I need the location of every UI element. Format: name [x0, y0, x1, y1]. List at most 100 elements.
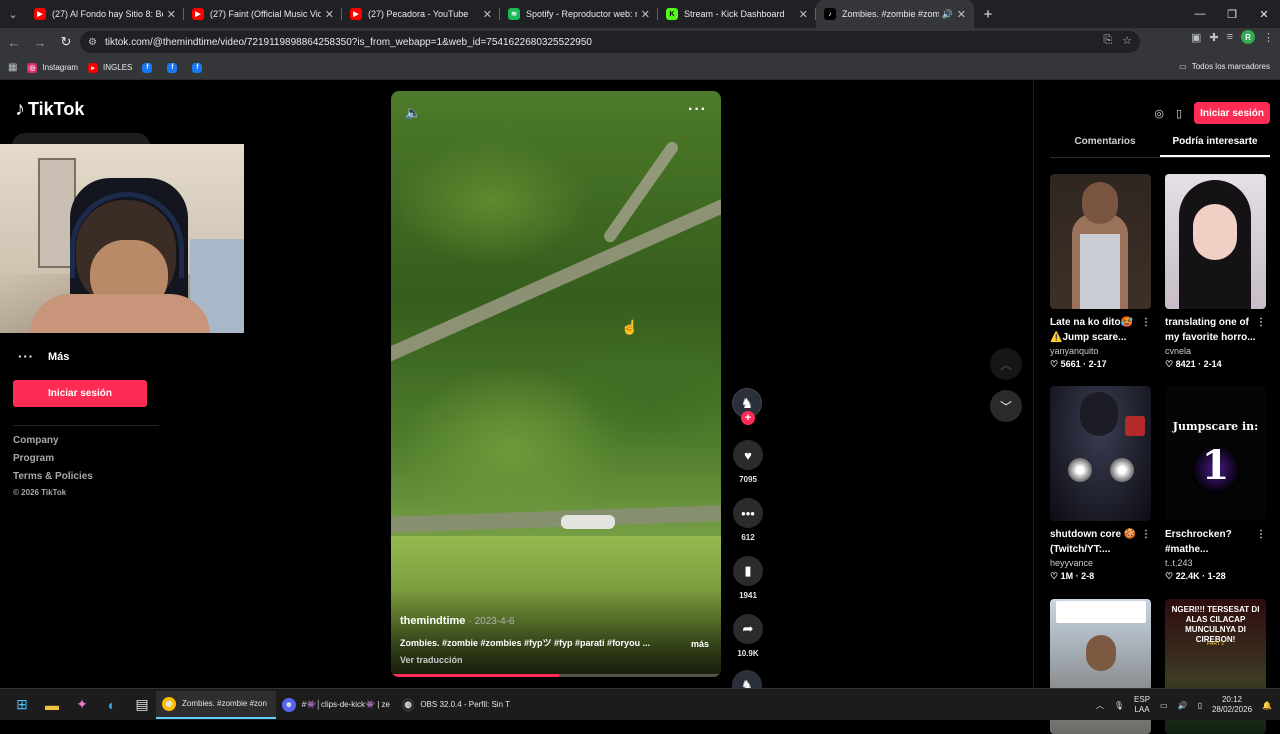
- save-action[interactable]: ▮ 1941: [732, 556, 764, 600]
- card-more-icon[interactable]: ⋮: [1141, 527, 1151, 542]
- reload-icon[interactable]: ↻: [54, 30, 78, 54]
- restore-icon[interactable]: ❐: [1216, 0, 1248, 28]
- notification-icon[interactable]: 🔔: [1262, 701, 1272, 710]
- tab-close-icon[interactable]: ✕: [799, 8, 808, 21]
- heart-icon[interactable]: ♥: [733, 440, 763, 470]
- store-icon[interactable]: ▤: [128, 691, 156, 719]
- terms-link[interactable]: Terms & Policies: [13, 471, 93, 489]
- sidebar-login-button[interactable]: Iniciar sesión: [13, 380, 147, 407]
- like-action[interactable]: ♥ 7095: [732, 440, 764, 484]
- card-thumbnail[interactable]: Jumpscare in: 1: [1165, 386, 1266, 521]
- comment-action[interactable]: ••• 612: [732, 498, 764, 542]
- card-thumbnail[interactable]: [1165, 174, 1266, 309]
- speaker-icon[interactable]: 🔊: [1178, 701, 1188, 710]
- card-user[interactable]: yanyanquito: [1050, 346, 1151, 356]
- apps-grid-icon[interactable]: ▦: [8, 62, 17, 73]
- tab-audio-icon[interactable]: 🔊: [942, 9, 953, 20]
- recommended-card[interactable]: shutdown core 🍪 (Twitch/YT:... ⋮ heyyvanc…: [1050, 386, 1151, 582]
- network-icon[interactable]: ▭: [1160, 701, 1168, 710]
- microphone-icon[interactable]: 🎙: [1114, 701, 1124, 710]
- site-info-icon[interactable]: ⚙: [88, 37, 97, 48]
- language-indicator[interactable]: ESP LAA: [1134, 695, 1150, 715]
- tab-close-icon[interactable]: ✕: [641, 8, 650, 21]
- video-player[interactable]: 🔈 ··· ☝ themindtime · 2023-4-6 Zombies. …: [391, 91, 721, 677]
- media-icon[interactable]: ▣: [1191, 31, 1201, 44]
- file-explorer-icon[interactable]: ▬: [38, 691, 66, 719]
- browser-tab[interactable]: ▶ (27) Faint (Official Music Video) ✕: [184, 0, 342, 28]
- video-author[interactable]: themindtime · 2023-4-6: [400, 615, 515, 627]
- bookmark-item[interactable]: f: [142, 62, 157, 73]
- extensions-icon[interactable]: ✚: [1209, 31, 1218, 44]
- recommended-card[interactable]: Late na ko dito🥵 ⚠️Jump scare... ⋮ yanyan…: [1050, 174, 1151, 370]
- windows-start-icon[interactable]: ⊞: [8, 691, 36, 719]
- program-link[interactable]: Program: [13, 453, 93, 471]
- tab-search-chevron-icon[interactable]: ⌄: [0, 0, 26, 28]
- recommended-card[interactable]: translating one of my favorite horro... ⋮…: [1165, 174, 1266, 370]
- taskbar-app[interactable]: ◍ OBS 32.0.4 - Perfil: Sin T: [396, 691, 516, 719]
- recommended-card[interactable]: Jumpscare in: 1 Erschrocken? #mathe... ⋮ …: [1165, 386, 1266, 582]
- bookmark-star-icon[interactable]: ☆: [1122, 34, 1132, 47]
- all-bookmarks[interactable]: ▭ Todos los marcadores: [1179, 62, 1270, 71]
- battery-icon[interactable]: ▯: [1198, 701, 1202, 710]
- new-tab-button[interactable]: +: [974, 0, 1002, 28]
- bookmark-item[interactable]: ◎ Instagram: [27, 62, 78, 73]
- tab-close-icon[interactable]: ✕: [167, 8, 176, 21]
- coins-icon[interactable]: ◎: [1154, 107, 1164, 120]
- card-user[interactable]: cvnela: [1165, 346, 1266, 356]
- forward-icon[interactable]: →: [28, 30, 52, 54]
- comment-icon[interactable]: •••: [733, 498, 763, 528]
- bookmark-item[interactable]: f: [167, 62, 182, 73]
- bookmark-item[interactable]: ▸ INGLES: [88, 62, 132, 73]
- share-icon[interactable]: ➦: [733, 614, 763, 644]
- card-thumbnail[interactable]: [1050, 386, 1151, 521]
- share-action[interactable]: ➦ 10.9K: [732, 614, 764, 658]
- edge-icon[interactable]: ◐: [98, 691, 126, 719]
- card-user[interactable]: heyyvance: [1050, 558, 1151, 568]
- browser-menu-icon[interactable]: ⋮: [1263, 31, 1274, 44]
- browser-tab[interactable]: ♪ Zombies. #zombie #zombi 🔊 ✕: [816, 0, 974, 28]
- company-link[interactable]: Company: [13, 435, 93, 453]
- creator-avatar[interactable]: ♞ +: [732, 388, 762, 425]
- header-login-button[interactable]: Iniciar sesión: [1194, 102, 1270, 124]
- taskbar-app[interactable]: ◉ Zombies. #zombie #zon: [156, 690, 276, 719]
- bookmark-item[interactable]: f: [192, 62, 207, 73]
- profile-avatar[interactable]: R: [1241, 30, 1255, 44]
- next-video-button[interactable]: ﹀: [990, 390, 1022, 422]
- tab-comments[interactable]: Comentarios: [1050, 136, 1160, 157]
- clock[interactable]: 20:12 28/02/2026: [1212, 695, 1252, 715]
- translate-link[interactable]: Ver traducción: [400, 655, 463, 665]
- previous-video-button[interactable]: ︿: [990, 348, 1022, 380]
- tab-recommended[interactable]: Podría interesarte: [1160, 136, 1270, 157]
- phone-icon[interactable]: ▯: [1176, 107, 1182, 120]
- tiktok-logo[interactable]: ♪ TikTok: [15, 98, 84, 121]
- video-options-icon[interactable]: ···: [688, 101, 707, 119]
- more-menu-item[interactable]: ··· Más: [18, 349, 69, 364]
- address-bar[interactable]: ⚙ tiktok.com/@themindtime/video/72191198…: [80, 31, 1140, 53]
- close-window-icon[interactable]: ✕: [1248, 0, 1280, 28]
- browser-tab[interactable]: ▶ (27) Pecadora - YouTube ✕: [342, 0, 500, 28]
- follow-plus-icon[interactable]: +: [741, 411, 755, 425]
- bookmark-icon[interactable]: ▮: [733, 556, 763, 586]
- tab-close-icon[interactable]: ✕: [483, 8, 492, 21]
- taskbar-app[interactable]: ☻ #👾│clips-de-kick👾 | ze: [276, 691, 396, 719]
- copilot-icon[interactable]: ✦: [68, 691, 96, 719]
- card-more-icon[interactable]: ⋮: [1256, 527, 1266, 542]
- minimize-icon[interactable]: —: [1184, 0, 1216, 28]
- card-user[interactable]: t..t.243: [1165, 558, 1266, 568]
- card-more-icon[interactable]: ⋮: [1141, 315, 1151, 330]
- tab-close-icon[interactable]: ✕: [325, 8, 334, 21]
- browser-tab[interactable]: ▶ (27) Al Fondo hay Sitio 8: Belén ✕: [26, 0, 184, 28]
- tab-title: Stream - Kick Dashboard: [684, 9, 785, 19]
- description-more-link[interactable]: más: [691, 639, 709, 649]
- tray-chevron-icon[interactable]: ︿: [1096, 700, 1104, 711]
- tab-list-icon[interactable]: ≡: [1227, 31, 1233, 43]
- install-app-icon[interactable]: ⎘: [1103, 34, 1112, 47]
- browser-tab[interactable]: K Stream - Kick Dashboard ✕: [658, 0, 816, 28]
- card-more-icon[interactable]: ⋮: [1256, 315, 1266, 330]
- browser-tab[interactable]: ≋ Spotify - Reproductor web: mú ✕: [500, 0, 658, 28]
- back-icon[interactable]: ←: [2, 30, 26, 54]
- tab-close-icon[interactable]: ✕: [957, 8, 966, 21]
- video-progress-bar[interactable]: [391, 674, 721, 677]
- volume-icon[interactable]: 🔈: [405, 105, 421, 121]
- card-thumbnail[interactable]: [1050, 174, 1151, 309]
